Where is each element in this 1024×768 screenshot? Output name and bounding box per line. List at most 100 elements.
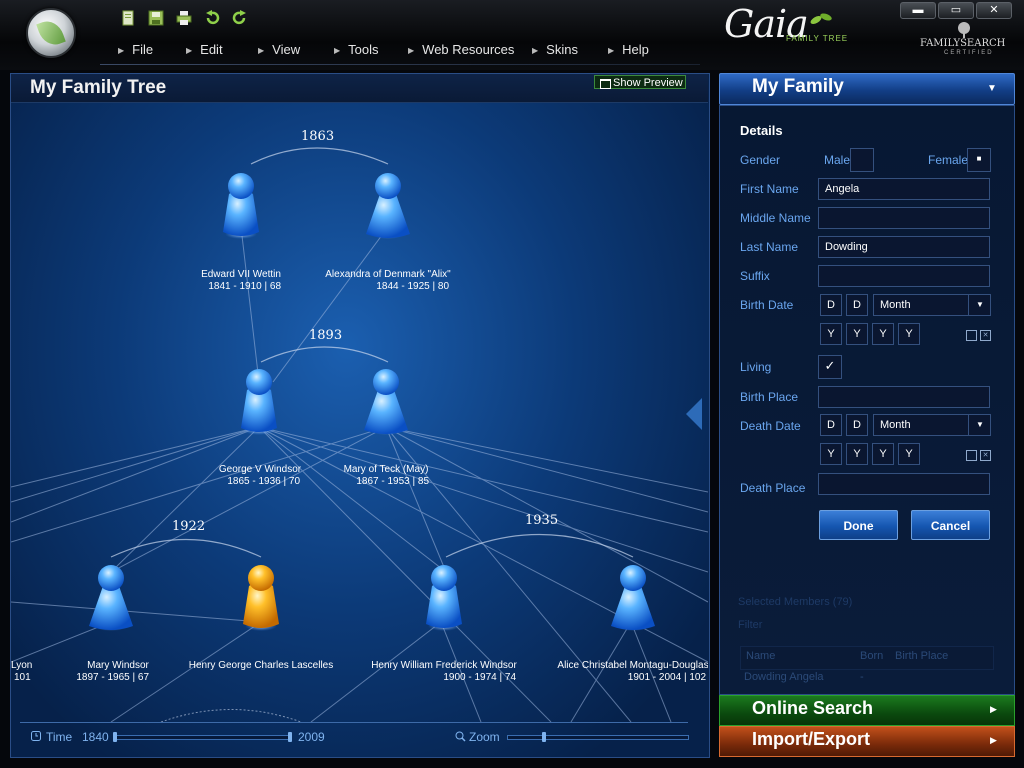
print-icon[interactable] xyxy=(176,10,192,26)
birth-year-2[interactable]: Y xyxy=(846,323,868,345)
birth-year-3[interactable]: Y xyxy=(872,323,894,345)
chevron-down-icon[interactable]: ▼ xyxy=(968,415,991,435)
death-month-select[interactable]: Month ▼ xyxy=(873,414,991,436)
person-icon-mary-windsor[interactable] xyxy=(89,565,133,631)
chevron-down-icon[interactable]: ▼ xyxy=(987,83,997,94)
new-document-icon[interactable] xyxy=(120,10,136,26)
selected-members-label: Selected Members (79) xyxy=(738,596,853,608)
cancel-button[interactable]: Cancel xyxy=(911,510,990,540)
birth-day-1[interactable]: D xyxy=(820,294,842,316)
birth-place-field[interactable] xyxy=(818,386,990,408)
time-slider-start-thumb[interactable] xyxy=(113,732,117,742)
death-year-4[interactable]: Y xyxy=(898,443,920,465)
chevron-down-icon[interactable]: ▼ xyxy=(968,295,991,315)
last-name-field[interactable]: Dowding xyxy=(818,236,990,258)
clock-icon xyxy=(31,731,41,741)
first-name-field[interactable]: Angela xyxy=(818,178,990,200)
menu-skins[interactable]: ▶ Skins xyxy=(532,42,578,57)
birth-place-label: Birth Place xyxy=(740,390,799,404)
chevron-right-icon[interactable]: ▶ xyxy=(990,735,997,746)
menu-edit[interactable]: ▶ Edit xyxy=(186,42,223,57)
familysearch-logo: FAMILYSEARCH xyxy=(920,38,1006,49)
birth-year-4[interactable]: Y xyxy=(898,323,920,345)
calendar-icon[interactable] xyxy=(966,450,977,461)
person-icon-george[interactable] xyxy=(241,369,277,435)
person-name[interactable]: Edward VII Wettin xyxy=(201,269,281,280)
clear-date-icon[interactable]: ✕ xyxy=(980,450,991,461)
person-name[interactable]: Lyon xyxy=(11,660,32,671)
familysearch-certified: CERTIFIED xyxy=(944,50,994,56)
person-name[interactable]: Mary Windsor xyxy=(87,660,149,671)
marriage-arc xyxy=(250,147,389,165)
person-name[interactable]: Henry William Frederick Windsor xyxy=(371,660,517,671)
marriage-arc xyxy=(260,346,389,363)
app-logo-icon[interactable] xyxy=(26,8,76,58)
death-place-label: Death Place xyxy=(740,481,806,495)
person-icon-mary-of-teck[interactable] xyxy=(364,369,408,435)
import-export-label: Import/Export xyxy=(752,729,871,749)
death-date-label: Death Date xyxy=(740,419,801,433)
death-year-1[interactable]: Y xyxy=(820,443,842,465)
done-button[interactable]: Done xyxy=(819,510,898,540)
person-dates: 1865 - 1936 | 70 xyxy=(227,476,300,487)
close-button[interactable]: ✕ xyxy=(976,2,1012,19)
maximize-button[interactable]: ▭ xyxy=(938,2,974,19)
table-row-name[interactable]: Dowding Angela xyxy=(744,671,824,683)
zoom-label: Zoom xyxy=(469,730,500,744)
collapse-panel-arrow-icon[interactable] xyxy=(686,398,702,430)
menu-tools[interactable]: ▶ Tools xyxy=(334,42,379,57)
person-icon-edward[interactable] xyxy=(223,173,259,239)
column-name[interactable]: Name xyxy=(746,650,775,662)
person-name[interactable]: Mary of Teck (May) xyxy=(344,464,429,475)
suffix-field[interactable] xyxy=(818,265,990,287)
person-dates: 1867 - 1953 | 85 xyxy=(356,476,429,487)
female-checkbox[interactable]: ■ xyxy=(967,148,991,172)
zoom-slider-thumb[interactable] xyxy=(542,732,547,742)
person-icon-alexandra[interactable] xyxy=(366,173,410,239)
menu-view[interactable]: ▶ View xyxy=(258,42,300,57)
death-year-2[interactable]: Y xyxy=(846,443,868,465)
clear-date-icon[interactable]: ✕ xyxy=(980,330,991,341)
death-day-2[interactable]: D xyxy=(846,414,868,436)
birth-month-select[interactable]: Month ▼ xyxy=(873,294,991,316)
person-name[interactable]: Alice Christabel Montagu-Douglas xyxy=(557,660,708,671)
death-year-3[interactable]: Y xyxy=(872,443,894,465)
menu-help[interactable]: ▶ Help xyxy=(608,42,649,57)
person-icon-alice[interactable] xyxy=(611,565,655,631)
birth-day-2[interactable]: D xyxy=(846,294,868,316)
middle-name-field[interactable] xyxy=(818,207,990,229)
person-name[interactable]: George V Windsor xyxy=(219,464,302,475)
chevron-right-icon[interactable]: ▶ xyxy=(990,704,997,715)
save-icon[interactable] xyxy=(148,10,164,26)
person-name[interactable]: Alexandra of Denmark "Alix" xyxy=(325,269,451,280)
zoom-slider[interactable] xyxy=(507,735,689,740)
minimize-button[interactable]: ▬ xyxy=(900,2,936,19)
person-icon-lascelles-selected[interactable] xyxy=(243,565,279,631)
menu-web-resources[interactable]: ▶ Web Resources xyxy=(408,42,514,57)
undo-icon[interactable] xyxy=(204,10,220,26)
column-born[interactable]: Born xyxy=(860,650,883,662)
redo-icon[interactable] xyxy=(232,10,248,26)
birth-date-label: Birth Date xyxy=(740,298,794,312)
living-checkbox[interactable]: ✓ xyxy=(818,355,842,379)
middle-name-label: Middle Name xyxy=(740,211,811,225)
birth-year-1[interactable]: Y xyxy=(820,323,842,345)
tree-graph: 1863 1893 1922 1935 Edward VII Wettin 18… xyxy=(11,129,708,722)
tree-logo-icon xyxy=(958,22,970,38)
time-slider[interactable] xyxy=(114,735,292,740)
person-name[interactable]: Henry George Charles Lascelles xyxy=(189,660,334,671)
death-place-field[interactable] xyxy=(818,473,990,495)
time-slider-end-thumb[interactable] xyxy=(288,732,292,742)
time-label: Time xyxy=(46,730,73,744)
male-checkbox[interactable] xyxy=(850,148,874,172)
preview-icon xyxy=(600,79,611,89)
marriage-arc xyxy=(110,539,262,558)
show-preview-button[interactable]: Show Preview xyxy=(594,75,686,89)
person-icon-henry-windsor[interactable] xyxy=(426,565,462,631)
menu-file[interactable]: ▶ File xyxy=(118,42,153,57)
marriage-arc xyxy=(160,709,302,722)
column-birth-place[interactable]: Birth Place xyxy=(895,650,948,662)
calendar-icon[interactable] xyxy=(966,330,977,341)
my-family-title: My Family xyxy=(752,76,844,97)
death-day-1[interactable]: D xyxy=(820,414,842,436)
